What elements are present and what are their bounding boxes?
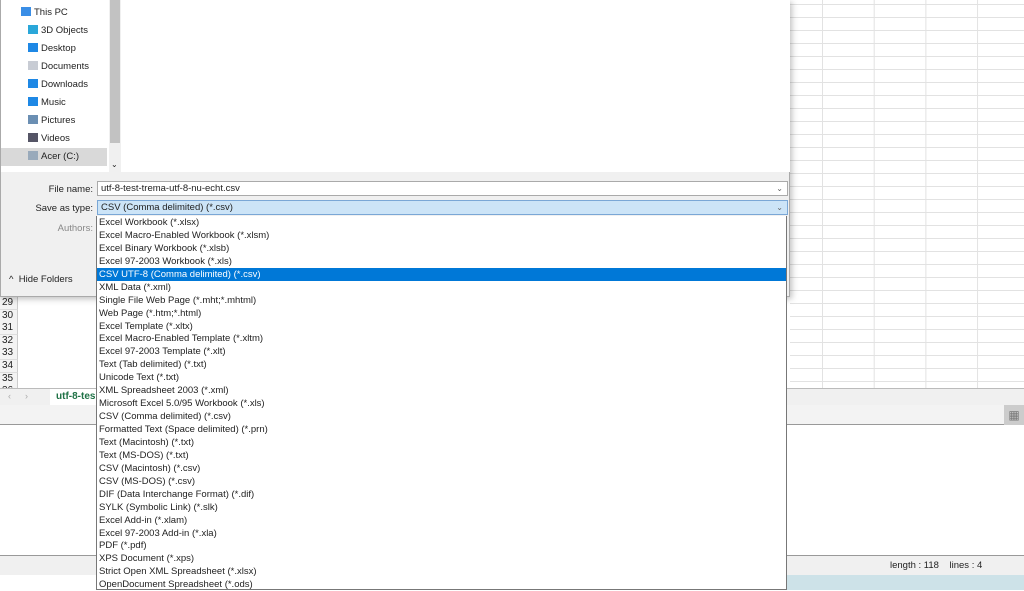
bottom-bar xyxy=(786,575,1024,590)
spreadsheet-rows: 2930313233343536 xyxy=(0,297,96,399)
chevron-down-icon[interactable]: ⌄ xyxy=(776,182,783,195)
save-type-select[interactable]: CSV (Comma delimited) (*.csv) ⌄ xyxy=(97,200,788,215)
row-header[interactable]: 30 xyxy=(0,309,18,323)
file-type-option[interactable]: DIF (Data Interchange Format) (*.dif) xyxy=(97,488,786,501)
desktop-icon xyxy=(28,43,38,52)
file-type-option[interactable]: Microsoft Excel 5.0/95 Workbook (*.xls) xyxy=(97,397,786,410)
file-name-input[interactable]: utf-8-test-trema-utf-8-nu-echt.csv ⌄ xyxy=(97,181,788,196)
file-type-dropdown[interactable]: Excel Workbook (*.xlsx) Excel Macro-Enabl… xyxy=(96,216,787,590)
nav-item[interactable]: Acer (C:) xyxy=(1,148,107,166)
file-type-option[interactable]: Excel Template (*.xltx) xyxy=(97,320,786,333)
file-type-option[interactable]: Unicode Text (*.txt) xyxy=(97,371,786,384)
nav-item[interactable]: Documents xyxy=(1,58,107,76)
file-type-option[interactable]: Excel Macro-Enabled Template (*.xltm) xyxy=(97,332,786,345)
file-type-option[interactable]: CSV (Macintosh) (*.csv) xyxy=(97,462,786,475)
nav-item-label: This PC xyxy=(34,7,68,18)
chevron-down-icon[interactable]: ⌄ xyxy=(776,201,783,214)
document-icon xyxy=(28,61,38,70)
file-type-option[interactable]: OpenDocument Spreadsheet (*.ods) xyxy=(97,578,786,591)
file-type-option[interactable]: Excel Macro-Enabled Workbook (*.xlsm) xyxy=(97,229,786,242)
file-type-option[interactable]: Excel Binary Workbook (*.xlsb) xyxy=(97,242,786,255)
grid-view-icon[interactable]: ▦ xyxy=(1004,405,1024,425)
file-type-option[interactable]: Excel Workbook (*.xlsx) xyxy=(97,216,786,229)
file-type-option[interactable]: Strict Open XML Spreadsheet (*.xlsx) xyxy=(97,565,786,578)
nav-scrollbar[interactable]: ⌄ xyxy=(109,0,121,172)
cube-icon xyxy=(28,25,38,34)
file-type-option[interactable]: Excel 97-2003 Template (*.xlt) xyxy=(97,345,786,358)
file-type-option[interactable]: CSV (Comma delimited) (*.csv) xyxy=(97,410,786,423)
scroll-right-icon[interactable]: › xyxy=(25,391,28,401)
chevron-up-icon: ^ xyxy=(9,274,14,285)
row-header[interactable]: 31 xyxy=(0,322,18,336)
file-type-option[interactable]: Single File Web Page (*.mht;*.mhtml) xyxy=(97,294,786,307)
nav-item[interactable]: Pictures xyxy=(1,112,107,130)
nav-item-label: Music xyxy=(41,97,66,108)
file-type-option[interactable]: Excel Add-in (*.xlam) xyxy=(97,514,786,527)
scroll-left-icon[interactable]: ‹ xyxy=(8,391,11,401)
file-type-option[interactable]: Text (Macintosh) (*.txt) xyxy=(97,436,786,449)
row-header[interactable]: 33 xyxy=(0,347,18,361)
row-header[interactable]: 32 xyxy=(0,334,18,348)
pictures-icon xyxy=(28,115,38,124)
file-type-option[interactable]: Formatted Text (Space delimited) (*.prn) xyxy=(97,423,786,436)
save-type-label: Save as type: xyxy=(35,203,93,214)
nav-item-label: Acer (C:) xyxy=(41,151,79,162)
nav-item[interactable]: Videos xyxy=(1,130,107,148)
nav-item-label: Documents xyxy=(41,61,90,72)
file-type-option[interactable]: XML Spreadsheet 2003 (*.xml) xyxy=(97,384,786,397)
nav-item[interactable]: Downloads xyxy=(1,76,107,94)
nav-item[interactable]: This PC xyxy=(1,4,107,22)
nav-item[interactable]: Music xyxy=(1,94,107,112)
file-type-option[interactable]: Excel 97-2003 Workbook (*.xls) xyxy=(97,255,786,268)
authors-label: Authors: xyxy=(57,223,93,234)
navigation-pane: This PC 3D Objects Desktop Documents Downloa… xyxy=(1,0,109,172)
nav-item[interactable]: 3D Objects xyxy=(1,22,107,40)
file-name-label: File name: xyxy=(48,184,93,195)
hide-folders-button[interactable]: ^ Hide Folders xyxy=(9,274,73,285)
status-text: length : 118 lines : 4 xyxy=(890,560,983,571)
row-header[interactable]: 35 xyxy=(0,372,18,386)
computer-icon xyxy=(21,7,31,16)
nav-item-label: Videos xyxy=(41,133,70,144)
nav-item[interactable]: Desktop xyxy=(1,40,107,58)
file-list[interactable] xyxy=(121,0,790,172)
row-header[interactable]: 29 xyxy=(0,297,18,310)
music-icon xyxy=(28,97,38,106)
nav-item-label: 3D Objects xyxy=(41,25,88,36)
file-type-option[interactable]: XPS Document (*.xps) xyxy=(97,552,786,565)
spreadsheet-grid[interactable] xyxy=(790,0,1024,390)
chevron-down-icon[interactable]: ⌄ xyxy=(111,160,118,169)
file-type-option[interactable]: CSV UTF-8 (Comma delimited) (*.csv) xyxy=(97,267,786,281)
video-icon xyxy=(28,133,38,142)
file-type-option[interactable]: SYLK (Symbolic Link) (*.slk) xyxy=(97,501,786,514)
drive-icon xyxy=(28,151,38,160)
file-type-option[interactable]: Web Page (*.htm;*.html) xyxy=(97,307,786,320)
scrollbar-thumb[interactable] xyxy=(110,0,120,143)
file-type-option[interactable]: XML Data (*.xml) xyxy=(97,281,786,294)
file-type-option[interactable]: Text (MS-DOS) (*.txt) xyxy=(97,449,786,462)
nav-item-label: Pictures xyxy=(41,115,76,126)
file-type-option[interactable]: Excel 97-2003 Add-in (*.xla) xyxy=(97,527,786,540)
nav-item-label: Desktop xyxy=(41,43,76,54)
file-type-option[interactable]: CSV (MS-DOS) (*.csv) xyxy=(97,475,786,488)
row-header[interactable]: 34 xyxy=(0,360,18,373)
file-type-option[interactable]: Text (Tab delimited) (*.txt) xyxy=(97,358,786,371)
nav-item-label: Downloads xyxy=(41,79,88,90)
file-type-option[interactable]: PDF (*.pdf) xyxy=(97,539,786,552)
sheet-tab[interactable]: utf-8-tes xyxy=(50,389,102,406)
download-icon xyxy=(28,79,38,88)
